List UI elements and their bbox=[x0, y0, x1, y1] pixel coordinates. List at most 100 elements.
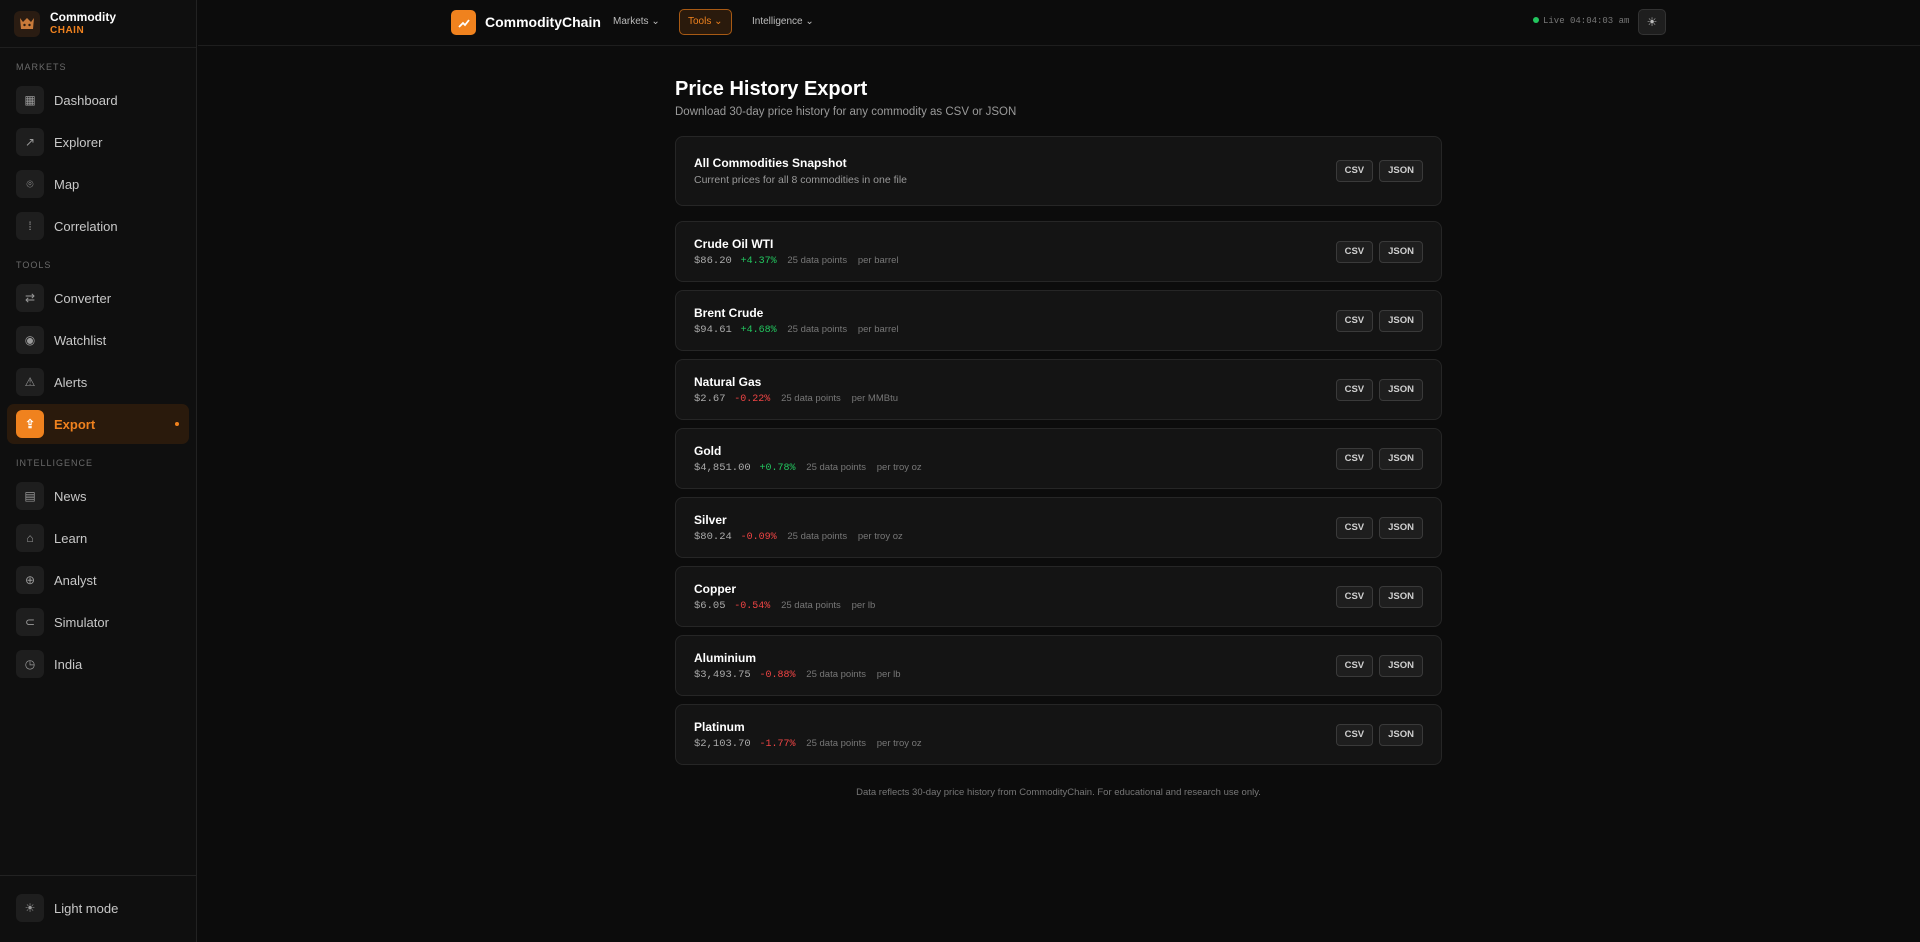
chevron-down-icon: ⌄ bbox=[805, 16, 814, 27]
sidebar-item-label: Map bbox=[54, 176, 80, 192]
json-button[interactable]: JSON bbox=[1379, 654, 1423, 677]
light-mode-toggle[interactable]: ☀ Light mode bbox=[7, 888, 189, 928]
sidebar-item-label: Learn bbox=[54, 530, 88, 546]
live-status: Live 04:04:03 am bbox=[1533, 16, 1629, 26]
trend-icon: ↗ bbox=[16, 128, 44, 156]
menu-tools[interactable]: Tools ⌄ bbox=[679, 9, 732, 35]
commodity-data-points: 25 data points bbox=[787, 530, 848, 542]
sidebar-item-simulator[interactable]: ⊂ Simulator bbox=[7, 602, 189, 642]
commodity-row: Crude Oil WTI $86.20 +4.37% 25 data poin… bbox=[675, 221, 1442, 282]
commodity-unit: per barrel bbox=[857, 323, 899, 335]
sidebar-item-label: Converter bbox=[54, 290, 112, 306]
news-icon: ▤ bbox=[16, 482, 44, 510]
commodity-change: -0.54% bbox=[734, 600, 771, 612]
commodity-data-points: 25 data points bbox=[781, 392, 841, 404]
commodity-unit: per troy oz bbox=[876, 737, 922, 749]
sidebar-item-india[interactable]: ◷ India bbox=[7, 644, 189, 684]
json-button[interactable]: JSON bbox=[1379, 378, 1423, 401]
snapshot-card: All Commodities Snapshot Current prices … bbox=[675, 136, 1442, 206]
commodity-price: $86.20 bbox=[694, 254, 732, 267]
csv-button[interactable]: CSV bbox=[1335, 516, 1374, 539]
sidebar-nav: MARKETS ▦ Dashboard ↗ Explorer ⌾ Map ⁞ Correlati… bbox=[0, 48, 196, 684]
commodity-change: +4.68% bbox=[740, 324, 777, 336]
csv-button[interactable]: CSV bbox=[1335, 309, 1374, 332]
csv-button[interactable]: CSV bbox=[1335, 378, 1374, 401]
csv-button[interactable]: CSV bbox=[1335, 585, 1374, 608]
commodity-change: -0.88% bbox=[759, 669, 796, 681]
sidebar-item-news[interactable]: ▤ News bbox=[7, 476, 189, 516]
upload-icon: ⇪ bbox=[16, 410, 44, 438]
csv-button[interactable]: CSV bbox=[1335, 240, 1374, 263]
commodity-row: Silver $80.24 -0.09% 25 data points per … bbox=[675, 497, 1442, 558]
light-mode-label: Light mode bbox=[54, 900, 119, 916]
commodity-name: Silver bbox=[694, 512, 727, 527]
commodity-unit: per MMBtu bbox=[851, 392, 899, 404]
sidebar-item-map[interactable]: ⌾ Map bbox=[7, 164, 189, 204]
sidebar-item-label: Alerts bbox=[54, 374, 88, 390]
snapshot-json-button[interactable]: JSON bbox=[1379, 160, 1423, 182]
sidebar-item-learn[interactable]: ⌂ Learn bbox=[7, 518, 189, 558]
chevron-down-icon: ⌄ bbox=[714, 16, 723, 27]
json-button[interactable]: JSON bbox=[1379, 240, 1423, 263]
commodity-change: +0.78% bbox=[759, 462, 796, 474]
snapshot-csv-button[interactable]: CSV bbox=[1335, 160, 1374, 182]
json-button[interactable]: JSON bbox=[1379, 585, 1423, 608]
sidebar-footer: ☀ Light mode bbox=[0, 875, 196, 942]
commodity-name: Natural Gas bbox=[694, 374, 762, 389]
sidebar-item-label: News bbox=[54, 488, 87, 504]
brand[interactable]: Commodity CHAIN bbox=[0, 0, 196, 48]
csv-button[interactable]: CSV bbox=[1335, 723, 1374, 746]
json-button[interactable]: JSON bbox=[1379, 516, 1423, 539]
trend-logo-icon[interactable] bbox=[451, 10, 476, 35]
commodity-change: -0.22% bbox=[734, 393, 771, 405]
menu-markets[interactable]: Markets ⌄ bbox=[605, 9, 668, 35]
live-time: Live 04:04:03 am bbox=[1543, 16, 1630, 26]
sidebar-item-watchlist[interactable]: ◉ Watchlist bbox=[7, 320, 189, 360]
sidebar-item-converter[interactable]: ⇄ Converter bbox=[7, 278, 189, 318]
commodity-row: Gold $4,851.00 +0.78% 25 data points per… bbox=[675, 428, 1442, 489]
footnote: Data reflects 30-day price history from … bbox=[856, 787, 1261, 798]
sidebar-section-label: MARKETS bbox=[16, 62, 67, 72]
csv-button[interactable]: CSV bbox=[1335, 447, 1374, 470]
menu-markets-label: Markets bbox=[613, 16, 649, 27]
sidebar-item-alerts[interactable]: ⚠ Alerts bbox=[7, 362, 189, 402]
sidebar-item-label: Export bbox=[54, 416, 96, 432]
commodity-list: Crude Oil WTI $86.20 +4.37% 25 data poin… bbox=[675, 221, 1442, 765]
commodity-price: $2,103.70 bbox=[694, 737, 751, 750]
theme-toggle-button[interactable]: ☀ bbox=[1638, 9, 1666, 35]
brand-name: Commodity bbox=[50, 9, 116, 24]
json-button[interactable]: JSON bbox=[1379, 723, 1423, 746]
commodity-change: -0.09% bbox=[740, 531, 777, 543]
snapshot-desc: Current prices for all 8 commodities in … bbox=[694, 174, 908, 186]
commodity-row: Aluminium $3,493.75 -0.88% 25 data point… bbox=[675, 635, 1442, 696]
sidebar-item-analyst[interactable]: ⊕ Analyst bbox=[7, 560, 189, 600]
csv-button[interactable]: CSV bbox=[1335, 654, 1374, 677]
commodity-name: Gold bbox=[694, 443, 722, 458]
sidebar-item-explorer[interactable]: ↗ Explorer bbox=[7, 122, 189, 162]
commodity-name: Copper bbox=[694, 581, 736, 596]
sidebar-item-export[interactable]: ⇪ Export bbox=[7, 404, 189, 444]
commodity-unit: per lb bbox=[851, 599, 876, 611]
commodity-row: Brent Crude $94.61 +4.68% 25 data points… bbox=[675, 290, 1442, 351]
json-button[interactable]: JSON bbox=[1379, 447, 1423, 470]
page-title: Price History Export bbox=[675, 78, 868, 100]
commodity-name: Platinum bbox=[694, 719, 745, 734]
sidebar-item-correlation[interactable]: ⁞ Correlation bbox=[7, 206, 189, 246]
commodity-price: $6.05 bbox=[694, 599, 726, 612]
commodity-data-points: 25 data points bbox=[806, 668, 866, 680]
commodity-data-points: 25 data points bbox=[806, 737, 866, 749]
page-subtitle: Download 30-day price history for any co… bbox=[675, 106, 1017, 118]
plus-circle-icon: ⊕ bbox=[16, 566, 44, 594]
json-button[interactable]: JSON bbox=[1379, 309, 1423, 332]
eye-icon: ◉ bbox=[16, 326, 44, 354]
swap-icon: ⇄ bbox=[16, 284, 44, 312]
sidebar-item-dashboard[interactable]: ▦ Dashboard bbox=[7, 80, 189, 120]
menu-intelligence[interactable]: Intelligence ⌄ bbox=[744, 9, 822, 35]
dots-grid-icon: ⁞ bbox=[16, 212, 44, 240]
commodity-name: Crude Oil WTI bbox=[694, 236, 774, 251]
app-title[interactable]: CommodityChain bbox=[485, 14, 601, 30]
sidebar-section-label: TOOLS bbox=[16, 260, 52, 270]
snapshot-title: All Commodities Snapshot bbox=[694, 156, 847, 170]
commodity-data-points: 25 data points bbox=[781, 599, 841, 611]
menu-intelligence-label: Intelligence bbox=[752, 16, 803, 27]
